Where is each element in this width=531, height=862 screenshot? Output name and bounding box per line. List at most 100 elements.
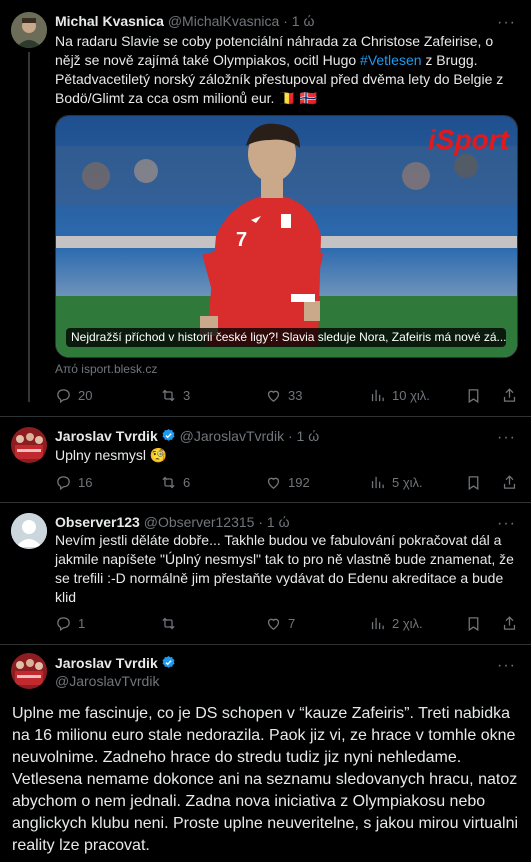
link-card[interactable]: 7 iSport Nejdražší příchod v historii če…: [55, 115, 518, 358]
reply-icon: [57, 389, 70, 404]
author-handle[interactable]: @MichalKvasnica: [168, 13, 279, 29]
author-handle[interactable]: @Observer12315: [144, 514, 255, 530]
avatar[interactable]: [11, 653, 47, 689]
repost-icon: [162, 476, 175, 489]
bookmark-button[interactable]: [465, 474, 488, 491]
separator-dot: ·: [258, 514, 264, 530]
repost-icon: [162, 617, 175, 630]
views-count: 2 χιλ.: [392, 616, 423, 631]
tweet-header: Jaroslav Tvrdik: [55, 654, 176, 672]
like-count: 33: [288, 388, 303, 403]
repost-count: 3: [183, 388, 191, 403]
separator-dot: ·: [287, 428, 293, 444]
timestamp[interactable]: 1 ώ: [267, 514, 290, 530]
views-chart-icon: [371, 476, 384, 489]
tweet-header-handle: @JaroslavTvrdik: [55, 672, 159, 690]
like-button[interactable]: 192: [265, 474, 310, 491]
like-count: 192: [288, 475, 310, 490]
heart-icon: [267, 390, 280, 402]
more-options-icon[interactable]: ···: [497, 658, 516, 674]
author-name[interactable]: Michal Kvasnica: [55, 13, 164, 29]
share-button[interactable]: [501, 474, 524, 491]
more-options-icon[interactable]: ···: [497, 430, 516, 446]
flags-emoji: 🇧🇪 🇳🇴: [278, 90, 318, 106]
card-caption: Nejdražší příchod v historii české ligy?…: [66, 328, 506, 347]
author-name[interactable]: Jaroslav Tvrdik: [55, 655, 158, 671]
thread-line: [28, 52, 30, 402]
reply-button[interactable]: 1: [55, 615, 85, 632]
verified-badge-icon: [162, 428, 175, 441]
views-count: 5 χιλ.: [392, 475, 423, 490]
avatar-photo: [11, 427, 47, 463]
share-icon: [503, 616, 516, 630]
reply-count: 16: [78, 475, 93, 490]
like-count: 7: [288, 616, 296, 631]
repost-button[interactable]: [160, 615, 183, 632]
views-chart-icon: [371, 389, 384, 402]
like-button[interactable]: 7: [265, 615, 295, 632]
card-source[interactable]: Από isport.blesk.cz: [55, 362, 157, 376]
author-handle[interactable]: @JaroslavTvrdik: [180, 428, 284, 444]
heart-icon: [267, 477, 280, 489]
bookmark-button[interactable]: [465, 615, 488, 632]
share-icon: [503, 475, 516, 489]
reply-icon: [57, 476, 70, 491]
verified-badge-icon: [162, 655, 175, 668]
tweet-actions: 16 6 192 5 χιλ.: [55, 474, 525, 494]
views-button[interactable]: 10 χιλ.: [369, 387, 430, 404]
tweet-text: Uplny nesmysl 🧐: [55, 447, 168, 463]
tweet-michal-kvasnica[interactable]: Michal Kvasnica @MichalKvasnica · 1 ώ ··…: [0, 0, 531, 410]
avatar[interactable]: [11, 427, 47, 463]
reply-count: 20: [78, 388, 93, 403]
separator-dot: ·: [283, 13, 288, 29]
share-button[interactable]: [501, 387, 524, 404]
repost-icon: [162, 389, 175, 402]
avatar-photo: [11, 12, 47, 48]
tweet-jaroslav-tvrdik-main[interactable]: Jaroslav Tvrdik @JaroslavTvrdik ··· Upln…: [0, 645, 531, 862]
tweet-observer123-reply[interactable]: Observer123 @Observer12315 · 1 ώ ··· Nev…: [0, 503, 531, 643]
repost-count: 6: [183, 475, 191, 490]
isport-logo: iSport: [428, 124, 509, 155]
views-count: 10 χιλ.: [392, 388, 430, 403]
hashtag-link[interactable]: #Vetlesen: [360, 52, 422, 68]
repost-button[interactable]: 3: [160, 387, 190, 404]
more-options-icon[interactable]: ···: [497, 15, 516, 31]
reply-count: 1: [78, 616, 86, 631]
avatar-photo: [11, 653, 47, 689]
tweet-actions: 20 3 33 10 χιλ.: [55, 387, 525, 407]
tweet-text: Uplne me fascinuje, co je DS schopen v “…: [12, 705, 519, 854]
reply-button[interactable]: 16: [55, 474, 92, 491]
views-chart-icon: [371, 617, 384, 630]
views-button[interactable]: 5 χιλ.: [369, 474, 423, 491]
author-handle[interactable]: @JaroslavTvrdik: [55, 673, 159, 689]
more-options-icon[interactable]: ···: [497, 516, 516, 532]
tweet-header: Michal Kvasnica @MichalKvasnica · 1 ώ: [55, 12, 314, 30]
heart-icon: [267, 618, 280, 630]
author-name[interactable]: Jaroslav Tvrdik: [55, 428, 158, 444]
bookmark-icon: [468, 389, 479, 404]
bookmark-button[interactable]: [465, 387, 488, 404]
author-name[interactable]: Observer123: [55, 514, 140, 530]
reply-icon: [57, 617, 70, 632]
tweet-text: Nevím jestli děláte dobře... Takhle budo…: [55, 532, 514, 605]
bookmark-icon: [468, 476, 479, 491]
repost-button[interactable]: 6: [160, 474, 190, 491]
share-icon: [503, 388, 516, 402]
avatar[interactable]: [11, 513, 47, 549]
timestamp[interactable]: 1 ώ: [297, 428, 320, 444]
tweet-text: Na radaru Slavie se coby potenciální náh…: [55, 32, 515, 108]
views-button[interactable]: 2 χιλ.: [369, 615, 423, 632]
tweet-text-part: z Brugg.: [421, 52, 478, 68]
default-avatar-icon: [11, 513, 47, 549]
timestamp[interactable]: 1 ώ: [292, 13, 315, 29]
bookmark-icon: [468, 617, 479, 632]
tweet-header: Jaroslav Tvrdik @JaroslavTvrdik · 1 ώ: [55, 427, 319, 445]
share-button[interactable]: [501, 615, 524, 632]
tweet-actions: 1 7 2 χιλ.: [55, 615, 525, 635]
reply-button[interactable]: 20: [55, 387, 92, 404]
svg-text:7: 7: [236, 229, 247, 251]
tweet-jaroslav-tvrdik-reply[interactable]: Jaroslav Tvrdik @JaroslavTvrdik · 1 ώ ··…: [0, 417, 531, 501]
like-button[interactable]: 33: [265, 387, 302, 404]
avatar[interactable]: [11, 12, 47, 48]
tweet-header: Observer123 @Observer12315 · 1 ώ: [55, 513, 290, 531]
